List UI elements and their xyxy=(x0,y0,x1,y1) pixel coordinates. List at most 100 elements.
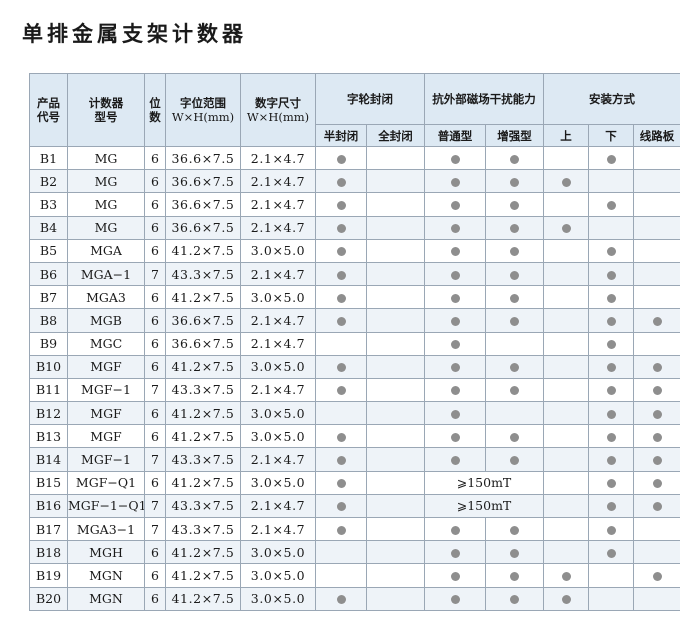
cell-digit-size: 2.1×4.7 xyxy=(240,308,316,333)
cell-mount-bottom xyxy=(588,308,634,333)
cell-full-sealed xyxy=(366,447,425,472)
cell-digit-size: 3.0×5.0 xyxy=(240,563,316,588)
cell-normal-type xyxy=(424,540,486,565)
cell-magnetic-threshold: ⩾150mT xyxy=(424,493,544,519)
cell-mount-top xyxy=(543,470,589,495)
table-row: B18 MGH 6 41.2×7.5 3.0×5.0 xyxy=(29,540,680,565)
bullet-dot-icon xyxy=(336,479,346,489)
cell-normal-type xyxy=(424,308,486,333)
bullet-dot-icon xyxy=(606,456,616,466)
header-normal-type: 普通型 xyxy=(424,124,486,147)
cell-normal-type xyxy=(424,331,486,356)
cell-enhanced-type xyxy=(485,563,544,588)
cell-digit-size: 2.1×4.7 xyxy=(240,169,316,194)
cell-product-code: B2 xyxy=(29,169,68,194)
cell-full-sealed xyxy=(366,261,425,287)
cell-digit-size: 2.1×4.7 xyxy=(240,493,316,519)
cell-product-code: B5 xyxy=(29,238,68,263)
cell-char-range: 43.3×7.5 xyxy=(165,261,241,287)
bullet-dot-icon xyxy=(510,456,519,466)
header-full-sealed: 全封闭 xyxy=(366,124,425,147)
cell-digits: 6 xyxy=(144,470,166,495)
table-row: B10 MGF 6 41.2×7.5 3.0×5.0 xyxy=(29,354,680,379)
cell-char-range: 36.6×7.5 xyxy=(165,169,241,194)
cell-counter-model: MGF−1 xyxy=(67,447,145,472)
cell-half-sealed xyxy=(315,377,367,403)
cell-enhanced-type xyxy=(485,145,544,171)
cell-counter-model: MGA xyxy=(67,238,145,263)
cell-char-range: 43.3×7.5 xyxy=(165,516,241,542)
bullet-dot-icon xyxy=(561,571,571,581)
cell-product-code: B6 xyxy=(29,261,68,287)
header-digits: 位 数 xyxy=(144,73,166,147)
bullet-dot-icon xyxy=(652,363,662,373)
cell-digit-size: 3.0×5.0 xyxy=(240,285,316,310)
cell-counter-model: MGF xyxy=(67,424,145,449)
bullet-dot-icon xyxy=(336,595,346,605)
cell-product-code: B12 xyxy=(29,401,68,426)
cell-mount-bottom xyxy=(588,447,634,472)
cell-enhanced-type xyxy=(485,540,544,565)
cell-counter-model: MGA−1 xyxy=(67,261,145,287)
cell-char-range: 41.2×7.5 xyxy=(165,563,241,588)
bullet-dot-icon xyxy=(606,316,616,326)
cell-half-sealed xyxy=(315,285,367,310)
header-half-sealed: 半封闭 xyxy=(315,124,367,147)
cell-product-code: B4 xyxy=(29,215,68,240)
header-product-code: 产品 代号 xyxy=(29,73,68,147)
table-row: B6 MGA−1 7 43.3×7.5 2.1×4.7 xyxy=(29,261,680,287)
cell-enhanced-type xyxy=(485,424,544,449)
cell-digits: 6 xyxy=(144,215,166,240)
cell-product-code: B15 xyxy=(29,470,68,495)
cell-mount-pcb xyxy=(632,145,680,171)
cell-normal-type xyxy=(424,238,486,263)
bullet-dot-icon xyxy=(606,363,616,373)
cell-mount-top xyxy=(543,354,589,379)
table-row: B11 MGF−1 7 43.3×7.5 2.1×4.7 xyxy=(29,377,680,403)
cell-digits: 6 xyxy=(144,285,166,310)
cell-counter-model: MGH xyxy=(67,540,145,565)
cell-mount-top xyxy=(543,516,589,542)
bullet-dot-icon xyxy=(450,154,460,164)
cell-normal-type xyxy=(424,516,486,542)
cell-full-sealed xyxy=(366,215,425,240)
bullet-dot-icon xyxy=(336,200,346,210)
cell-mount-pcb xyxy=(632,169,680,194)
cell-enhanced-type xyxy=(485,447,544,472)
cell-digits: 7 xyxy=(144,493,166,519)
table-row: B5 MGA 6 41.2×7.5 3.0×5.0 xyxy=(29,238,680,263)
bullet-dot-icon xyxy=(336,293,346,303)
cell-half-sealed xyxy=(315,424,367,449)
table-row: B17 MGA3−1 7 43.3×7.5 2.1×4.7 xyxy=(29,516,680,542)
cell-mount-top xyxy=(543,145,589,171)
cell-enhanced-type xyxy=(485,354,544,379)
cell-char-range: 41.2×7.5 xyxy=(165,540,241,565)
cell-mount-pcb xyxy=(632,331,680,356)
table-row: B13 MGF 6 41.2×7.5 3.0×5.0 xyxy=(29,424,680,449)
cell-mount-top xyxy=(543,377,589,403)
cell-digits: 7 xyxy=(144,377,166,403)
cell-enhanced-type xyxy=(485,308,544,333)
cell-counter-model: MG xyxy=(67,169,145,194)
bullet-dot-icon xyxy=(336,502,346,512)
cell-enhanced-type xyxy=(485,215,544,240)
cell-counter-model: MGF xyxy=(67,354,145,379)
cell-digits: 6 xyxy=(144,563,166,588)
cell-mount-pcb xyxy=(632,401,680,426)
cell-counter-model: MGF−1 xyxy=(67,377,145,403)
cell-product-code: B13 xyxy=(29,424,68,449)
cell-full-sealed xyxy=(366,540,425,565)
cell-normal-type xyxy=(424,401,486,426)
bullet-dot-icon xyxy=(336,525,346,535)
table-row: B3 MG 6 36.6×7.5 2.1×4.7 xyxy=(29,192,680,217)
bullet-dot-icon xyxy=(510,432,519,442)
cell-counter-model: MG xyxy=(67,192,145,217)
bullet-dot-icon xyxy=(510,316,519,326)
cell-full-sealed xyxy=(366,354,425,379)
cell-full-sealed xyxy=(366,169,425,194)
bullet-dot-icon xyxy=(510,247,519,257)
cell-mount-bottom xyxy=(588,261,634,287)
bullet-dot-icon xyxy=(606,432,616,442)
cell-digit-size: 2.1×4.7 xyxy=(240,215,316,240)
cell-enhanced-type xyxy=(485,192,544,217)
